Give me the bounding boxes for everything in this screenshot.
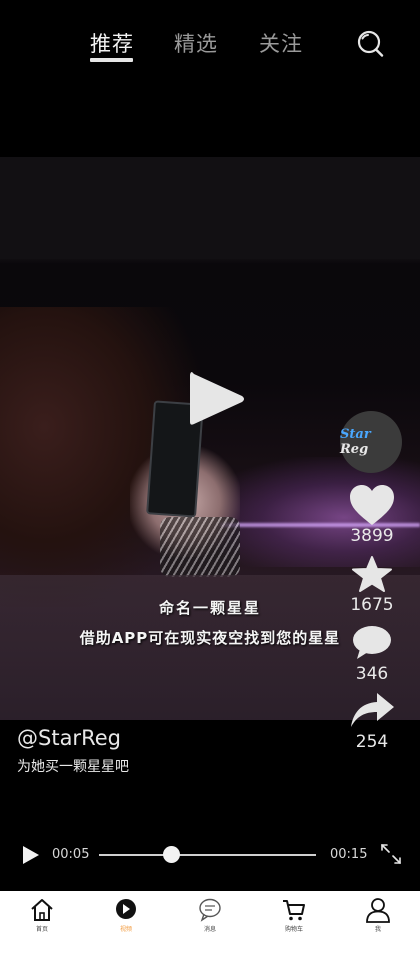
bottom-nav: 首页 视频 消息 购物车 我 bbox=[0, 891, 420, 956]
share-count: 254 bbox=[355, 732, 389, 752]
nav-label-cart: 购物车 bbox=[284, 926, 303, 933]
nav-label-me: 我 bbox=[374, 926, 381, 933]
progress-knob[interactable] bbox=[162, 846, 180, 863]
nav-item-cart[interactable]: 购物车 bbox=[252, 891, 336, 956]
app-screen: 推荐 精选 关注 命名一颗星星 借助APP可在现实夜空找到您的星星 Star R… bbox=[0, 0, 420, 956]
progress-track[interactable] bbox=[99, 854, 316, 856]
comment-icon[interactable] bbox=[352, 625, 392, 661]
fullscreen-icon[interactable] bbox=[380, 843, 402, 865]
play-icon[interactable] bbox=[186, 368, 248, 430]
share-icon[interactable] bbox=[349, 691, 395, 729]
author-avatar[interactable]: Star Reg bbox=[340, 411, 402, 473]
home-icon bbox=[31, 899, 53, 921]
duration: 00:15 bbox=[330, 847, 368, 862]
nav-label-messages: 消息 bbox=[203, 926, 216, 933]
tab-following[interactable]: 关注 bbox=[259, 28, 303, 58]
favorite-count: 1675 bbox=[350, 595, 394, 615]
play-pause-icon[interactable] bbox=[22, 845, 40, 865]
tab-featured[interactable]: 精选 bbox=[174, 28, 218, 58]
play-circle-icon bbox=[116, 899, 136, 919]
message-icon bbox=[199, 898, 221, 922]
nav-item-messages[interactable]: 消息 bbox=[168, 891, 252, 956]
active-tab-indicator bbox=[90, 58, 133, 62]
current-time: 00:05 bbox=[52, 847, 90, 862]
cart-icon bbox=[283, 900, 305, 921]
nav-item-me[interactable]: 我 bbox=[336, 891, 420, 956]
nav-label-home: 首页 bbox=[35, 926, 48, 933]
heart-icon[interactable] bbox=[348, 483, 396, 527]
nav-label-video: 视频 bbox=[119, 926, 132, 933]
like-count: 3899 bbox=[350, 526, 394, 546]
star-icon[interactable] bbox=[351, 556, 393, 592]
user-icon bbox=[366, 898, 390, 923]
tab-recommend[interactable]: 推荐 bbox=[90, 28, 134, 58]
nav-item-home[interactable]: 首页 bbox=[0, 891, 84, 956]
comment-count: 346 bbox=[355, 664, 389, 684]
nav-item-video[interactable]: 视频 bbox=[84, 891, 168, 956]
avatar-logo: Star Reg bbox=[340, 427, 371, 457]
search-icon[interactable] bbox=[356, 30, 384, 58]
video-description: 为她买一颗星星吧 bbox=[17, 759, 129, 775]
author-handle[interactable]: @StarReg bbox=[17, 726, 121, 750]
